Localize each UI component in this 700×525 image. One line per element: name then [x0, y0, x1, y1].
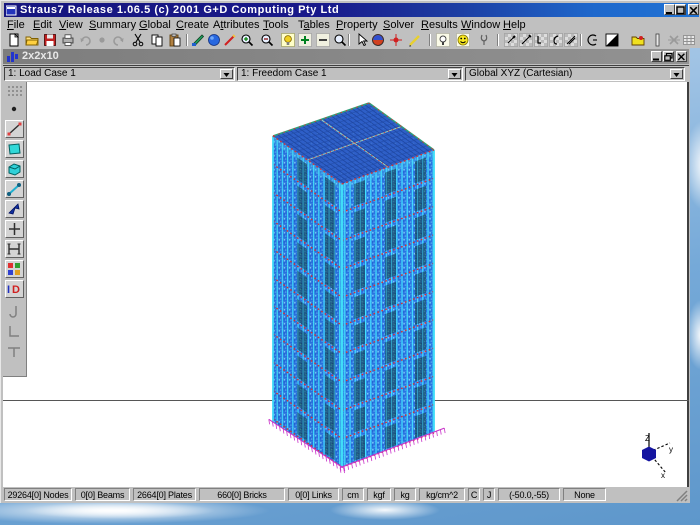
svg-text:I: I [7, 284, 10, 296]
svg-text:x: x [661, 471, 665, 480]
svg-text:y: y [669, 445, 673, 454]
svg-text:D: D [12, 284, 20, 296]
svg-text:Z: Z [645, 434, 650, 443]
